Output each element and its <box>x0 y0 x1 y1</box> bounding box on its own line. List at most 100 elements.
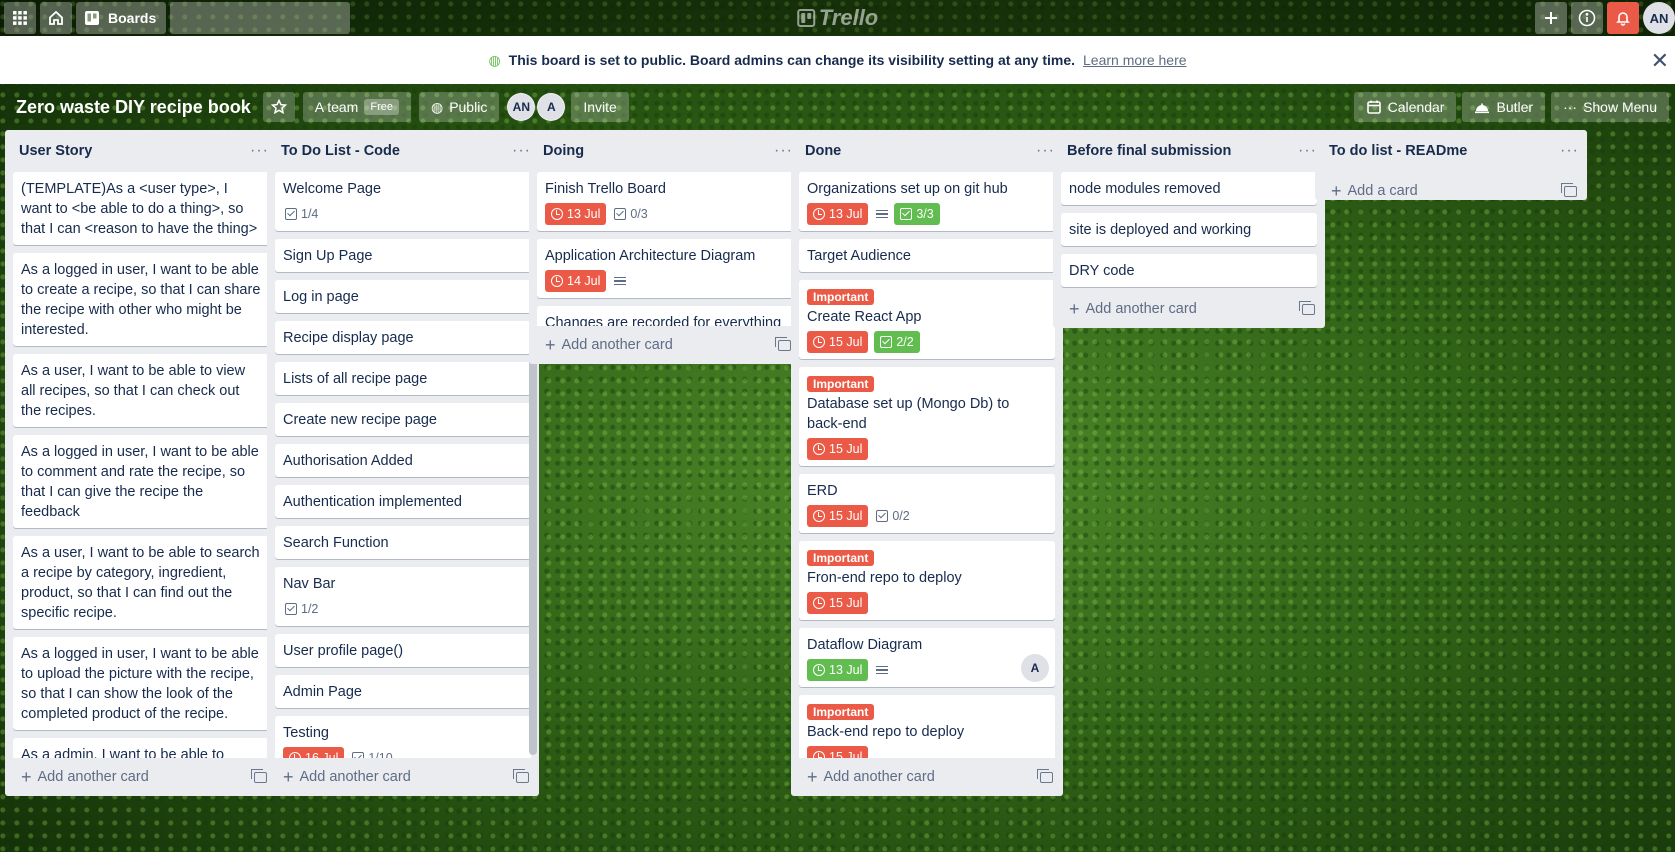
card-template-icon[interactable] <box>1037 768 1053 783</box>
card-template-icon[interactable] <box>513 768 529 783</box>
due-date-badge[interactable]: 13 Jul <box>807 203 869 225</box>
due-date-badge[interactable]: 13 Jul <box>807 659 869 681</box>
card-template-icon[interactable] <box>251 768 267 783</box>
list-title[interactable]: User Story <box>19 143 250 159</box>
trello-logo[interactable]: Trello <box>796 5 878 31</box>
search-box[interactable] <box>157 2 351 34</box>
due-date-badge[interactable]: 15 Jul <box>807 592 869 614</box>
add-card-button[interactable]: + Add another card <box>529 326 801 364</box>
card[interactable]: Finish Trello Board 13 Jul 0/3 <box>537 172 793 231</box>
card[interactable]: Changes are recorded for everything <box>537 306 793 326</box>
checklist-count: 1/4 <box>301 207 319 221</box>
due-date-badge[interactable]: 13 Jul <box>545 203 607 225</box>
card[interactable]: Organizations set up on git hub 13 Jul 3/3 <box>799 172 1055 231</box>
list-title[interactable]: To do list - READme <box>1329 143 1560 159</box>
due-date-badge[interactable]: 15 Jul <box>807 746 869 758</box>
checklist-icon <box>900 208 913 220</box>
boards-button[interactable]: Boards <box>76 2 167 34</box>
card[interactable]: Target Audience <box>799 239 1055 272</box>
card[interactable]: As a logged in user, I want to be able t… <box>13 637 269 730</box>
more-horizontal-icon[interactable]: ··· <box>1560 142 1579 160</box>
plus-icon: + <box>545 335 556 355</box>
card[interactable]: As a user, I want to be able to view all… <box>13 354 269 427</box>
due-date-text: 15 Jul <box>829 509 863 523</box>
close-icon[interactable]: ✕ <box>1651 48 1669 74</box>
card[interactable]: Create new recipe page <box>275 403 531 436</box>
card[interactable]: ERD 15 Jul 0/2 <box>799 474 1055 533</box>
card[interactable]: Log in page <box>275 280 531 313</box>
due-date-badge[interactable]: 15 Jul <box>807 438 869 460</box>
card-template-icon[interactable] <box>775 336 791 351</box>
list-title[interactable]: Doing <box>543 143 774 159</box>
list-title[interactable]: Before final submission <box>1067 143 1298 159</box>
card[interactable]: As a user, I want to be able to search a… <box>13 536 269 629</box>
card[interactable]: Testing 16 Jul 1/10 <box>275 716 531 758</box>
card[interactable]: As a logged in user, I want to be able t… <box>13 435 269 528</box>
add-card-button[interactable]: + Add another card <box>791 758 1063 796</box>
card-label-important[interactable]: Important <box>807 289 875 305</box>
add-card-button[interactable]: + Add another card <box>267 758 539 796</box>
card[interactable]: Important Fron-end repo to deploy 15 Jul <box>799 541 1055 620</box>
card-member-avatar[interactable]: A <box>1021 654 1049 682</box>
card-template-icon[interactable] <box>1299 300 1315 315</box>
apps-grid-button[interactable] <box>4 2 36 34</box>
learn-more-link[interactable]: Learn more here <box>1083 52 1187 68</box>
card[interactable]: Important Create React App 15 Jul 2/2 <box>799 280 1055 359</box>
star-button[interactable] <box>262 92 295 122</box>
due-date-badge[interactable]: 15 Jul <box>807 505 869 527</box>
user-avatar[interactable]: AN <box>1643 2 1675 34</box>
card-label-important[interactable]: Important <box>807 376 875 392</box>
invite-button[interactable]: Invite <box>571 92 629 122</box>
card[interactable]: Important Database set up (Mongo Db) to b… <box>799 367 1055 466</box>
card[interactable]: Authorisation Added <box>275 444 531 477</box>
card[interactable]: node modules removed <box>1061 172 1317 205</box>
card[interactable]: Authentication implemented <box>275 485 531 518</box>
create-button[interactable] <box>1535 2 1567 34</box>
card[interactable]: Nav Bar 1/2 <box>275 567 531 626</box>
visibility-button[interactable]: ◍ Public <box>418 92 500 122</box>
card[interactable]: Lists of all recipe page <box>275 362 531 395</box>
list-title[interactable]: To Do List - Code <box>281 143 512 159</box>
card[interactable]: Welcome Page 1/4 <box>275 172 531 231</box>
add-card-button[interactable]: + Add a card <box>1315 172 1587 210</box>
card[interactable]: Sign Up Page <box>275 239 531 272</box>
add-card-button[interactable]: + Add another card <box>1053 290 1325 328</box>
card[interactable]: site is deployed and working <box>1061 213 1317 246</box>
card[interactable]: As a admin, I want to be able to delete … <box>13 738 269 758</box>
card[interactable]: Application Architecture Diagram 14 Jul <box>537 239 793 298</box>
notifications-button[interactable] <box>1607 2 1639 34</box>
card-label-important[interactable]: Important <box>807 704 875 720</box>
plus-icon: + <box>1069 299 1080 319</box>
card[interactable]: Dataflow Diagram 13 Jul A <box>799 628 1055 687</box>
card-label-important[interactable]: Important <box>807 550 875 566</box>
info-button[interactable] <box>1571 2 1603 34</box>
home-button[interactable] <box>40 2 72 34</box>
card[interactable]: Recipe display page <box>275 321 531 354</box>
clock-icon <box>813 510 825 522</box>
calendar-button[interactable]: Calendar <box>1353 92 1457 122</box>
checklist-badge: 1/4 <box>283 203 320 225</box>
card[interactable]: Admin Page <box>275 675 531 708</box>
search-input[interactable] <box>157 2 343 34</box>
list-title[interactable]: Done <box>805 143 1036 159</box>
due-date-badge[interactable]: 15 Jul <box>807 331 869 353</box>
show-menu-button[interactable]: ··· Show Menu <box>1551 92 1669 122</box>
show-menu-label: Show Menu <box>1583 99 1657 115</box>
member-avatar[interactable]: A <box>537 93 566 121</box>
card-template-icon[interactable] <box>1561 182 1577 197</box>
card[interactable]: DRY code <box>1061 254 1317 287</box>
card[interactable]: Important Back-end repo to deploy 15 Jul <box>799 695 1055 758</box>
card[interactable]: Search Function <box>275 526 531 559</box>
card[interactable]: User profile page() <box>275 634 531 667</box>
due-date-badge[interactable]: 16 Jul <box>283 747 345 758</box>
team-button[interactable]: A team Free <box>302 92 411 122</box>
board-title[interactable]: Zero waste DIY recipe book <box>16 97 251 118</box>
member-avatar[interactable]: AN <box>507 93 536 121</box>
due-date-badge[interactable]: 14 Jul <box>545 270 607 292</box>
add-card-button[interactable]: + Add another card <box>5 758 277 796</box>
list-header: To Do List - Code ··· <box>267 130 539 172</box>
card[interactable]: (TEMPLATE)As a <user type>, I want to <b… <box>13 172 269 245</box>
card[interactable]: As a logged in user, I want to be able t… <box>13 253 269 346</box>
plus-icon: + <box>1331 181 1342 201</box>
butler-button[interactable]: Butler <box>1462 92 1546 122</box>
